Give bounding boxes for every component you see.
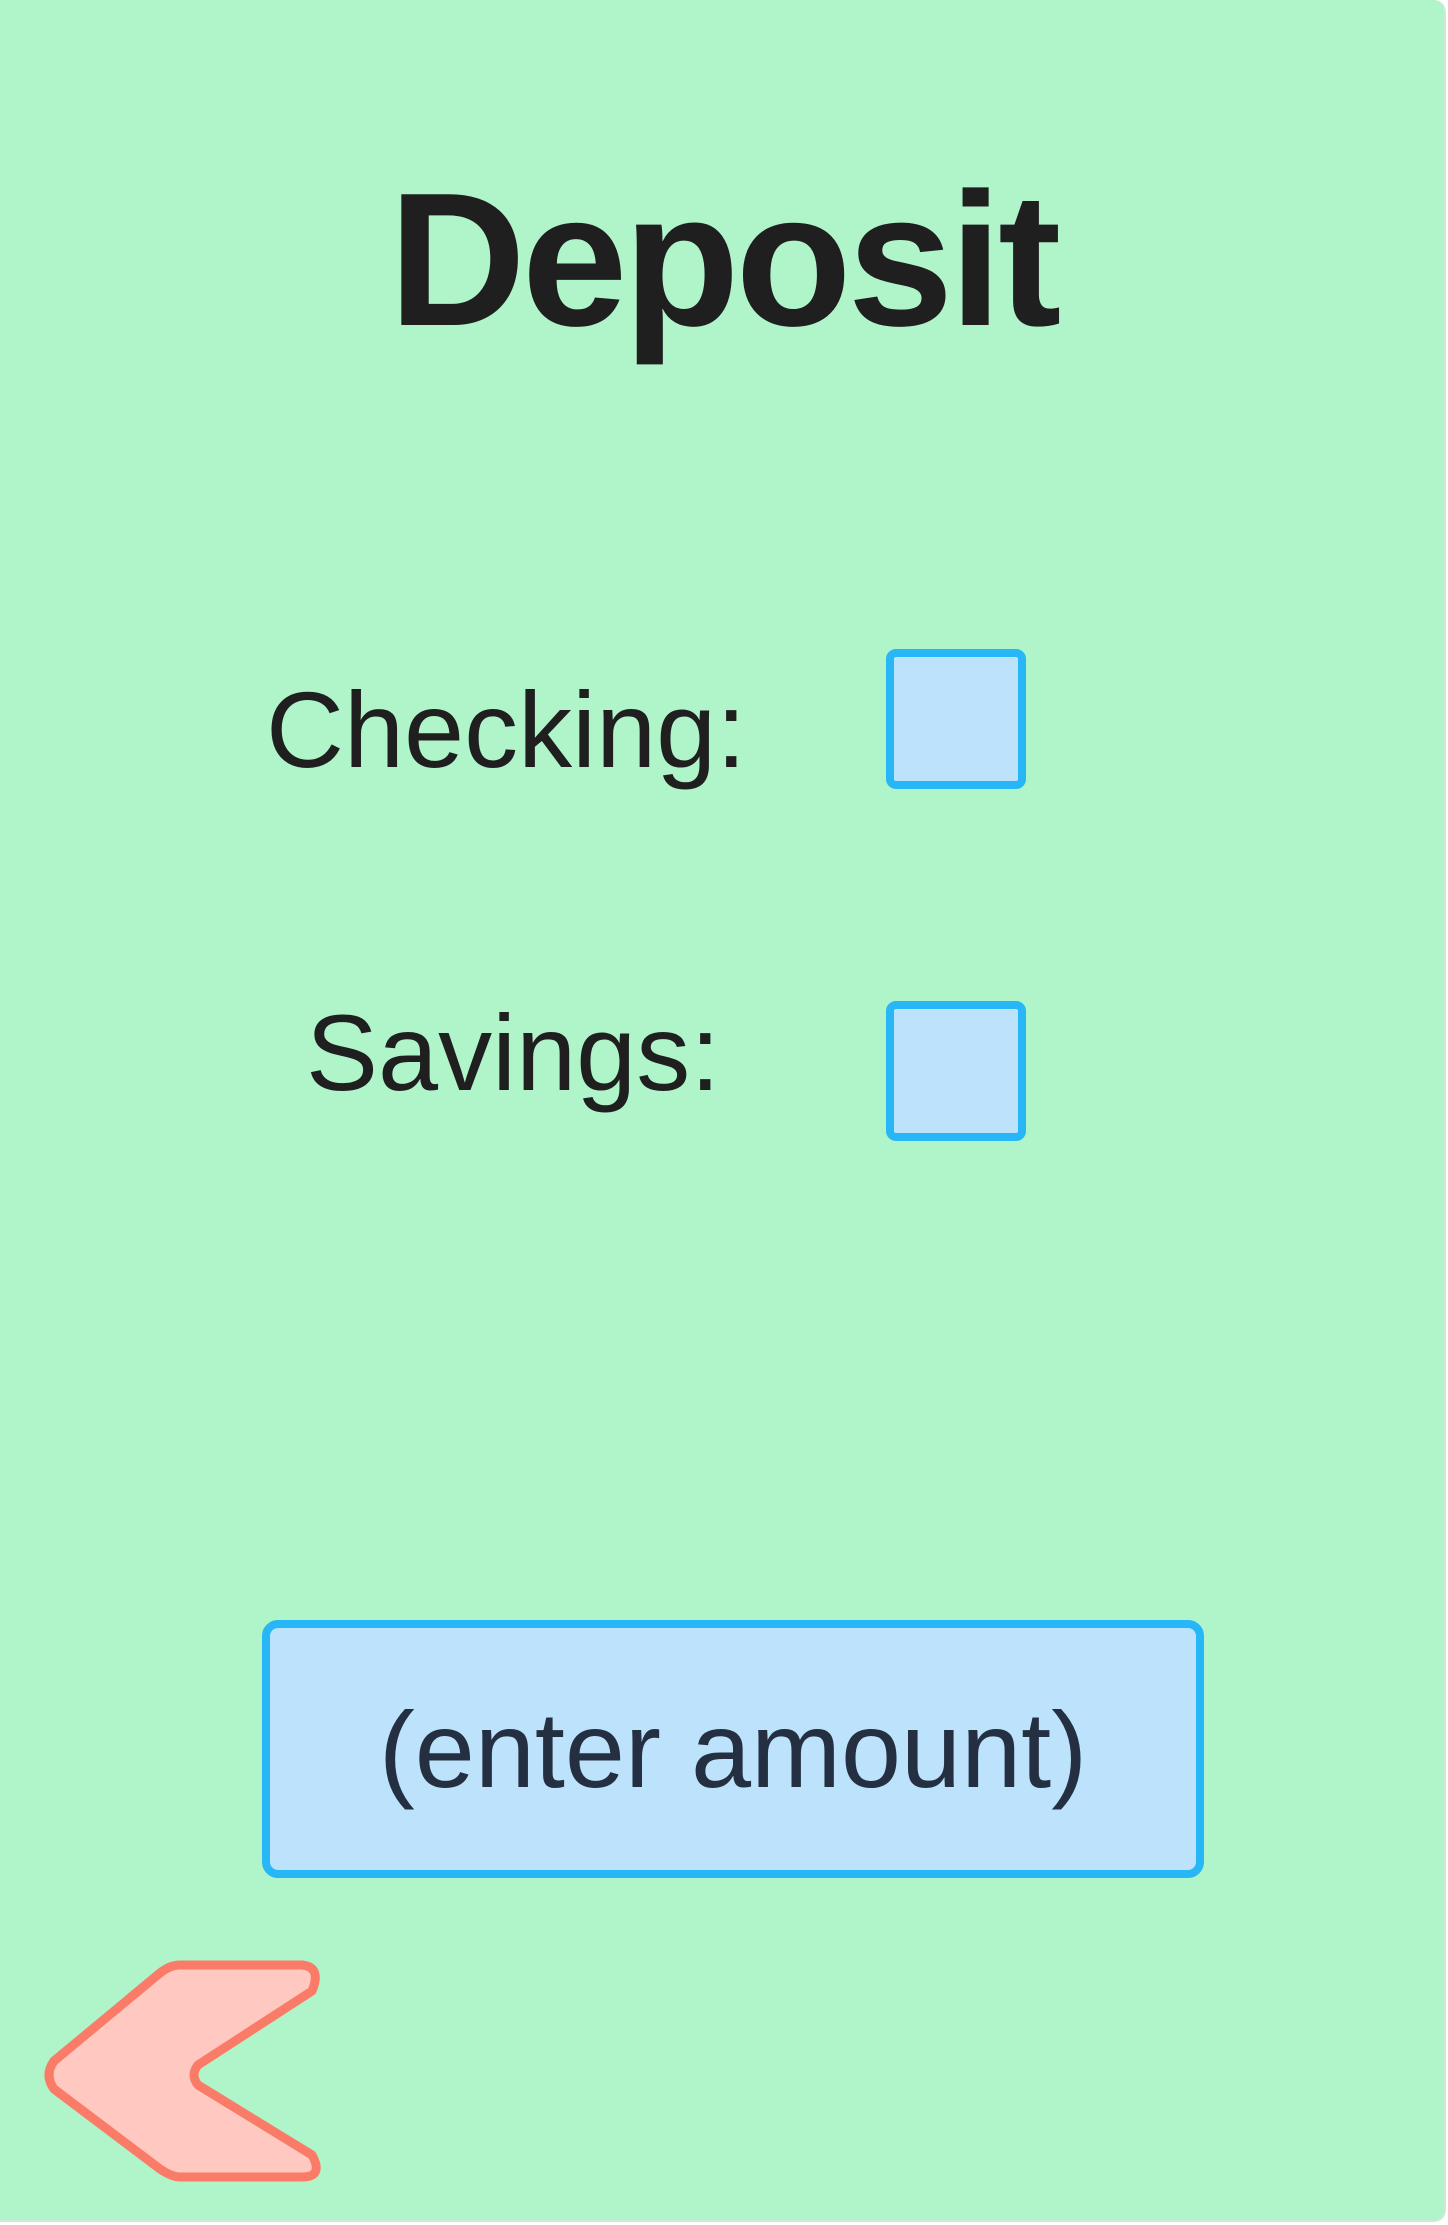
partial-arrow-edge-icon bbox=[0, 740, 6, 780]
checking-checkbox[interactable] bbox=[886, 649, 1026, 789]
page-title: Deposit bbox=[388, 154, 1062, 366]
enter-amount-button[interactable]: (enter amount) bbox=[262, 1620, 1204, 1878]
checking-label: Checking: bbox=[266, 669, 747, 790]
savings-label: Savings: bbox=[306, 992, 721, 1113]
deposit-screen: Deposit Checking: Savings: (enter amount… bbox=[0, 0, 1446, 2222]
chevron-left-icon[interactable] bbox=[40, 1955, 330, 2185]
savings-checkbox[interactable] bbox=[886, 1001, 1026, 1141]
